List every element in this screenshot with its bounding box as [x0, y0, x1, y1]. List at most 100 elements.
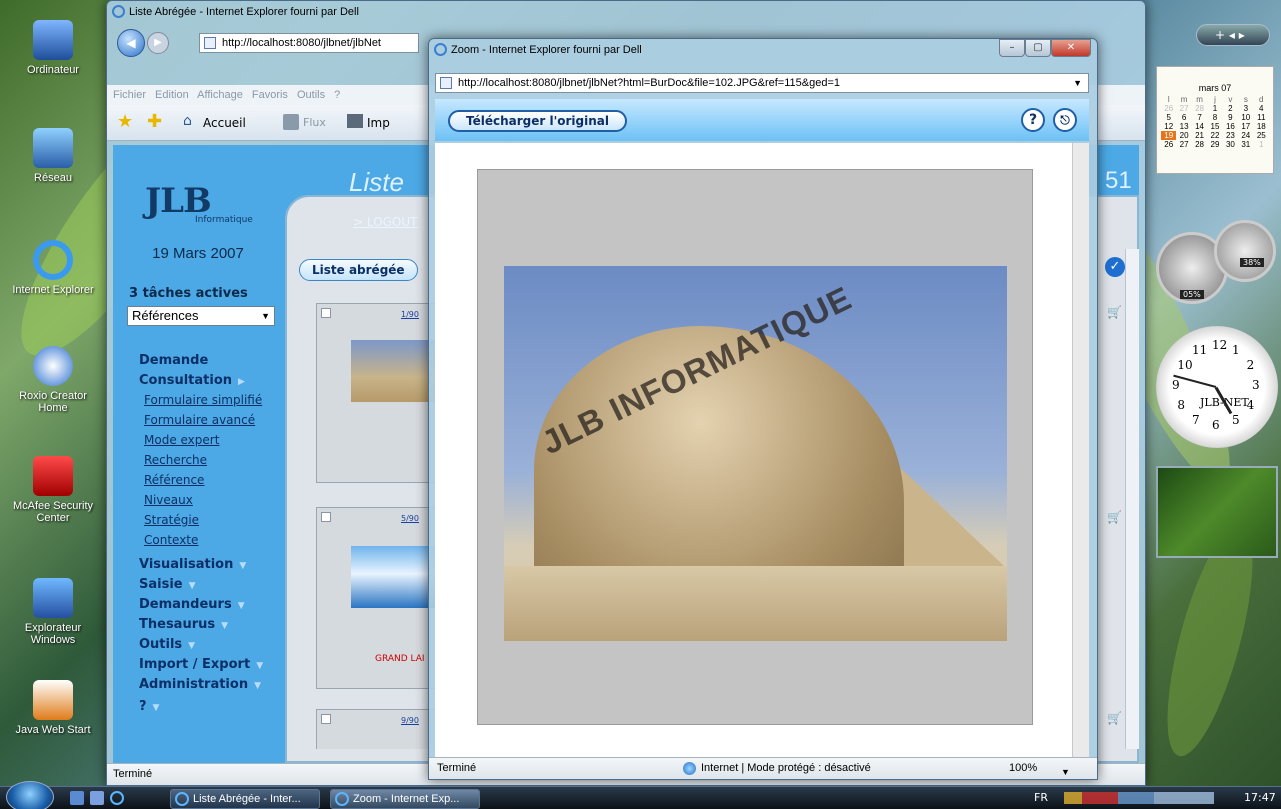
chevron-down-icon[interactable]: ▼: [1061, 762, 1070, 779]
calendar-day[interactable]: 2: [1223, 104, 1238, 113]
result-checkbox[interactable]: [321, 714, 331, 724]
sidebar-item-r-f-rence[interactable]: Référence: [144, 473, 204, 487]
calendar-day[interactable]: 24: [1238, 131, 1253, 140]
add-favorites-icon[interactable]: ✚: [147, 111, 162, 132]
ie-quicklaunch-icon[interactable]: [110, 791, 124, 805]
calendar-day[interactable]: 23: [1223, 131, 1238, 140]
calendar-day[interactable]: 26: [1161, 104, 1176, 113]
tab-liste-abregee[interactable]: Liste abrégée: [299, 259, 418, 281]
sidebar-item-contexte[interactable]: Contexte: [144, 533, 198, 547]
minimize-button[interactable]: –: [999, 39, 1025, 57]
main-address-bar[interactable]: http://localhost:8080/jlbnet/jlbNet: [199, 33, 419, 53]
calendar-day[interactable]: 28: [1192, 140, 1207, 149]
desktop-icon-ordinateur[interactable]: Ordinateur: [4, 20, 102, 76]
start-button[interactable]: [6, 781, 54, 809]
calendar-day[interactable]: 26: [1161, 140, 1176, 149]
logout-link[interactable]: > LOGOUT: [353, 215, 417, 229]
active-tasks[interactable]: 3 tâches actives: [129, 286, 248, 301]
calendar-day[interactable]: 7: [1192, 113, 1207, 122]
task-select[interactable]: Références ▼: [127, 306, 275, 326]
result-number[interactable]: 5/90: [401, 514, 419, 523]
sidebar-item-formulaire-simplifi-[interactable]: Formulaire simplifié: [144, 393, 262, 407]
calendar-day[interactable]: 28: [1192, 104, 1207, 113]
calendar-day[interactable]: 25: [1254, 131, 1269, 140]
back-button[interactable]: ◀: [117, 29, 145, 57]
help-icon[interactable]: ?: [1021, 108, 1045, 132]
download-original-button[interactable]: Télécharger l'original: [448, 110, 627, 132]
calendar-day[interactable]: 13: [1176, 122, 1191, 131]
calendar-day[interactable]: 18: [1254, 122, 1269, 131]
sidebar-item-strat-gie[interactable]: Stratégie: [144, 513, 199, 527]
calendar-day[interactable]: 3: [1238, 104, 1253, 113]
forward-button[interactable]: ▶: [147, 32, 169, 54]
result-card[interactable]: 1/90: [316, 303, 437, 483]
clock-time[interactable]: 17:47: [1244, 791, 1276, 804]
sphinx-photo[interactable]: JLB INFORMATIQUE: [504, 266, 1007, 641]
select-all-checkbox[interactable]: ✓: [1105, 257, 1125, 277]
calendar-day[interactable]: 6: [1176, 113, 1191, 122]
calendar-day[interactable]: 20: [1176, 131, 1191, 140]
calendar-day[interactable]: 27: [1176, 140, 1191, 149]
sidebar-top-controls[interactable]: + ◂ ▸: [1196, 24, 1270, 46]
desktop-icon-roxio[interactable]: Roxio Creator Home: [4, 346, 102, 414]
main-window-titlebar[interactable]: Liste Abrégée - Internet Explorer fourni…: [107, 1, 1145, 25]
calendar-day[interactable]: 1: [1254, 140, 1269, 149]
calendar-gadget[interactable]: mars 07 l m m j v s d 26 27 28 1 2 3 4 5 6 7 8 9 10 11 12 13 14…: [1156, 66, 1274, 174]
cart-icon[interactable]: 🛒: [1107, 510, 1122, 524]
calendar-day[interactable]: 31: [1238, 140, 1253, 149]
calendar-day[interactable]: 11: [1254, 113, 1269, 122]
show-desktop-icon[interactable]: [70, 791, 84, 805]
tray-icons[interactable]: [1064, 792, 1214, 804]
result-number[interactable]: 9/90: [401, 716, 419, 725]
chevron-down-icon[interactable]: ▼: [1073, 74, 1082, 92]
calendar-day[interactable]: 16: [1223, 122, 1238, 131]
page-scrollbar[interactable]: [1125, 249, 1139, 749]
result-checkbox[interactable]: [321, 308, 331, 318]
switch-windows-icon[interactable]: [90, 791, 104, 805]
calendar-day[interactable]: 21: [1192, 131, 1207, 140]
sidebar-item-recherche[interactable]: Recherche: [144, 453, 207, 467]
zoom-window[interactable]: Zoom - Internet Explorer fourni par Dell…: [428, 38, 1098, 780]
calendar-day[interactable]: 30: [1223, 140, 1238, 149]
desktop-icon-mcafee[interactable]: McAfee Security Center: [4, 456, 102, 524]
cart-icon[interactable]: 🛒: [1107, 711, 1122, 725]
sidebar-item-visualisation[interactable]: Visualisation ▼: [139, 557, 246, 572]
sidebar-item-import-export[interactable]: Import / Export ▼: [139, 657, 263, 672]
feeds-button[interactable]: Flux: [303, 116, 326, 129]
result-thumbnail[interactable]: [351, 546, 437, 608]
result-card[interactable]: 9/90: [316, 709, 436, 749]
sidebar-item-mode-expert[interactable]: Mode expert: [144, 433, 219, 447]
desktop-icon-java[interactable]: Java Web Start: [4, 680, 102, 736]
home-button[interactable]: Accueil: [203, 116, 246, 130]
calendar-day[interactable]: 1: [1207, 104, 1222, 113]
zoom-scrollbar[interactable]: [1072, 143, 1089, 757]
zoom-window-titlebar[interactable]: Zoom - Internet Explorer fourni par Dell: [429, 39, 1097, 63]
calendar-day[interactable]: 27: [1176, 104, 1191, 113]
favorites-star-icon[interactable]: ★: [117, 111, 133, 132]
calendar-day[interactable]: 14: [1192, 122, 1207, 131]
calendar-day[interactable]: 12: [1161, 122, 1176, 131]
sidebar-item-demandeurs[interactable]: Demandeurs ▼: [139, 597, 245, 612]
sidebar-item-saisie[interactable]: Saisie ▼: [139, 577, 196, 592]
calendar-day[interactable]: 10: [1238, 113, 1253, 122]
zoom-address-bar[interactable]: http://localhost:8080/jlbnet/jlbNet?html…: [435, 73, 1089, 93]
desktop-icon-explorateur[interactable]: Explorateur Windows: [4, 578, 102, 646]
sidebar-item--[interactable]: ? ▼: [139, 699, 159, 714]
security-zone[interactable]: Internet | Mode protégé : désactivé: [701, 758, 871, 778]
maximize-button[interactable]: ▢: [1025, 39, 1051, 57]
result-checkbox[interactable]: [321, 512, 331, 522]
desktop-icon-reseau[interactable]: Réseau: [4, 128, 102, 184]
result-thumbnail[interactable]: [351, 340, 437, 402]
calendar-day[interactable]: 22: [1207, 131, 1222, 140]
cart-icon[interactable]: 🛒: [1107, 305, 1122, 319]
calendar-day[interactable]: 17: [1238, 122, 1253, 131]
result-number[interactable]: 1/90: [401, 310, 419, 319]
sidebar-item-thesaurus[interactable]: Thesaurus ▼: [139, 617, 228, 632]
sidebar-item-demande[interactable]: Demande: [139, 353, 208, 368]
sidebar-item-formulaire-avanc-[interactable]: Formulaire avancé: [144, 413, 255, 427]
taskbar-item-liste[interactable]: Liste Abrégée - Inter...: [170, 789, 320, 809]
exit-icon[interactable]: ⎋: [1053, 108, 1077, 132]
slideshow-gadget[interactable]: [1156, 466, 1278, 558]
sidebar-item-outils[interactable]: Outils ▼: [139, 637, 195, 652]
calendar-day[interactable]: 5: [1161, 113, 1176, 122]
